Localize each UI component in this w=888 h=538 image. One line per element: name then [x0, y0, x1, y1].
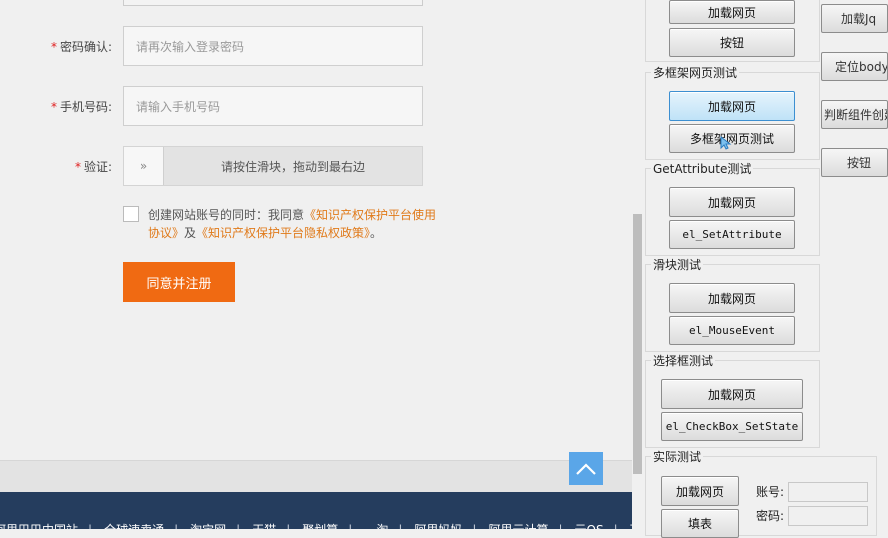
footer-top-band	[0, 460, 632, 492]
checkbox-test-title: 选择框测试	[651, 352, 716, 369]
agree-checkbox[interactable]	[123, 206, 139, 222]
account-label: 账号:	[756, 485, 785, 499]
phone-label: * 手机号码:	[50, 100, 112, 114]
footer-separator: |	[558, 523, 562, 529]
back-to-top-button[interactable]	[569, 452, 603, 485]
password-field-partial[interactable]	[123, 0, 423, 6]
footer-link[interactable]: 阿里妈妈	[414, 523, 462, 529]
load-page-button[interactable]: 加载网页	[669, 0, 795, 24]
required-mark: *	[50, 100, 57, 114]
password-input[interactable]	[788, 506, 868, 526]
privacy-policy-link[interactable]: 《知识产权保护平台隐私权政策》	[196, 226, 370, 240]
double-chevron-right-icon: »	[139, 159, 148, 173]
footer-link[interactable]: 淘宝网	[190, 523, 226, 529]
footer-link[interactable]: 阿里巴巴中国站	[0, 523, 78, 529]
required-mark: *	[50, 40, 57, 54]
judge-component-button[interactable]: 判断组件创建	[821, 100, 888, 129]
footer-link[interactable]: 一淘	[364, 523, 388, 529]
set-attribute-button[interactable]: el_SetAttribute	[669, 220, 795, 249]
slider-hint: 请按住滑块，拖动到最右边	[220, 159, 365, 174]
scrollbar-thumb[interactable]	[633, 214, 642, 474]
load-jq-button[interactable]: 加载Jq	[821, 4, 888, 33]
slider-test-title: 滑块测试	[651, 256, 704, 273]
footer-link[interactable]: 聚划算	[302, 523, 338, 529]
mouse-event-button[interactable]: el_MouseEvent	[669, 316, 795, 345]
button-button[interactable]: 按钮	[669, 28, 795, 57]
footer-separator: |	[614, 523, 618, 529]
agreement-text: 创建网站账号的同时：我同意《知识产权保护平台使用协议》及《知识产权保护平台隐私权…	[148, 208, 437, 240]
multi-frame-load-button[interactable]: 加载网页	[669, 91, 795, 121]
password-label: 密码:	[756, 509, 785, 523]
verify-slider: » 请按住滑块，拖动到最右边	[123, 146, 423, 186]
footer-link[interactable]: 阿里云计算	[488, 523, 548, 529]
get-attribute-load-button[interactable]: 加载网页	[669, 187, 795, 217]
required-mark: *	[74, 160, 81, 174]
actual-test-load-button[interactable]: 加载网页	[661, 476, 739, 506]
site-footer: 阿里巴巴中国站 | 全球速卖通 | 淘宝网 | 天猫 | 聚划算 | 一淘 | 阿里妈妈 | 阿里云计算 | 云…	[0, 492, 632, 529]
footer-links: 阿里巴巴中国站 | 全球速卖通 | 淘宝网 | 天猫 | 聚划算 | 一淘 | 阿里妈妈 | 阿里云计算 | 云…	[0, 521, 632, 529]
password-confirm-label: * 密码确认:	[50, 40, 112, 54]
fill-form-button[interactable]: 填表	[661, 509, 739, 538]
footer-link[interactable]: 全球速卖通	[104, 523, 164, 529]
chevron-up-icon	[576, 462, 596, 475]
get-attribute-title: GetAttribute测试	[651, 160, 754, 177]
verify-label: * 验证:	[74, 160, 112, 174]
footer-separator: |	[88, 523, 92, 529]
footer-separator: |	[236, 523, 240, 529]
account-input[interactable]	[788, 482, 868, 502]
footer-separator: |	[286, 523, 290, 529]
agree-register-button[interactable]: 同意并注册	[123, 262, 235, 302]
footer-separator: |	[472, 523, 476, 529]
footer-link[interactable]: 云OS	[575, 523, 604, 529]
locate-body-button[interactable]: 定位body	[821, 52, 888, 81]
footer-link[interactable]: 天猫	[252, 523, 276, 529]
side-button[interactable]: 按钮	[821, 148, 888, 177]
slider-handle[interactable]: »	[124, 147, 164, 185]
slider-test-load-button[interactable]: 加载网页	[669, 283, 795, 313]
multi-frame-title: 多框架网页测试	[651, 64, 740, 81]
actual-test-title: 实际测试	[651, 448, 704, 465]
phone-input[interactable]: 请输入手机号码	[123, 86, 423, 126]
footer-separator: |	[398, 523, 402, 529]
checkbox-test-load-button[interactable]: 加载网页	[661, 379, 803, 409]
footer-separator: |	[174, 523, 178, 529]
password-confirm-input[interactable]: 请再次输入登录密码	[123, 26, 423, 66]
web-page-view: * 密码确认: 请再次输入登录密码 * 手机号码: 请输入手机号码 * 验证: » 请…	[0, 0, 632, 529]
footer-separator: |	[348, 523, 352, 529]
mouse-cursor-icon	[720, 135, 732, 150]
checkbox-set-state-button[interactable]: el_CheckBox_SetState	[661, 412, 803, 441]
